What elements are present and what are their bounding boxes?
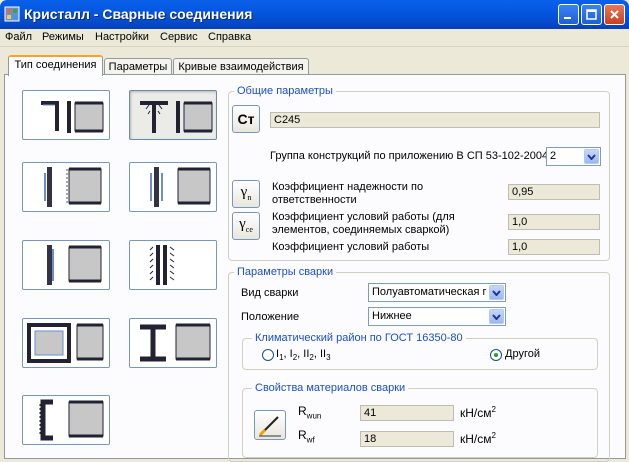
t-symmetric-connection-icon [140,101,213,133]
chevron-down-icon [489,309,504,324]
connection-button-t-symmetric[interactable] [129,90,217,140]
rwf-unit: кН/см2 [460,431,496,446]
climate-option-i-ii-label: I1, I2, II2, II3 [276,348,331,363]
connection-button-lap-single[interactable] [22,162,110,212]
climate-sub-ii3: 3 [326,353,331,363]
chevron-down-icon [584,149,599,164]
rwf-symbol-label: Rwf [298,428,315,444]
connection-button-lap-double[interactable] [129,162,217,212]
tab-connection-type[interactable]: Тип соединения [8,55,103,76]
connection-button-double-plate[interactable] [129,240,217,290]
structure-group-select[interactable]: 2 [546,147,601,166]
structure-group-value: 2 [550,150,557,162]
connection-button-channel[interactable] [22,395,110,445]
double-plate-connection-icon [149,245,175,285]
reliability-label-line2: ответственности [272,194,357,206]
rwun-value-field: 41 [360,405,454,421]
rwun-unit-exp: 2 [491,405,496,414]
menu-bar: Файл Режимы Настройки Сервис Справка [0,29,629,47]
position-select[interactable]: Нижнее [368,307,506,326]
rwf-unit-exp: 2 [491,431,496,440]
climate-sub-1: 1 [279,353,284,363]
lap-double-connection-icon [150,167,211,207]
reliability-coefficient-button[interactable]: γn [232,180,260,208]
minimize-icon [564,17,571,19]
weld-materials-group [242,388,598,458]
climate-sub-2: 2 [292,353,298,363]
rwf-unit-base: кН/см [460,432,492,446]
weld-material-button[interactable] [254,410,286,440]
rwun-unit: кН/см2 [460,405,496,420]
welding-type-label: Вид сварки [241,287,299,299]
connection-button-i-beam[interactable] [129,318,217,368]
gamma-n-subscript: n [247,193,252,202]
close-button[interactable] [604,4,625,25]
climate-region-title: Климатический район по ГОСТ 16350-80 [252,332,466,344]
menu-file[interactable]: Файл [5,31,32,43]
rwun-unit-base: кН/см [460,406,492,420]
chevron-down-icon [489,285,504,300]
gamma-ce-symbol: γ [239,216,246,232]
rwun-subscript: wun [306,411,322,421]
general-parameters-title: Общие параметры [234,85,336,97]
climate-sub-ii2: 2 [309,353,314,363]
welding-type-select[interactable]: Полуавтоматическая г [368,283,506,302]
channel-connection-icon [39,399,104,441]
menu-service[interactable]: Сервис [160,31,198,43]
steel-grade-field: С245 [270,112,600,128]
title-bar: Кристалл - Сварные соединения [0,0,629,29]
welding-electrode-icon [258,416,281,437]
position-value: Нижнее [372,310,412,322]
welding-parameters-title: Параметры сварки [234,266,337,278]
rwun-symbol: R [298,404,307,418]
work-condition2-label: Коэффициент условий работы [272,241,430,253]
rwun-symbol-label: Rwun [298,404,321,420]
app-icon [4,6,20,22]
reliability-value-field: 0,95 [508,184,600,200]
climate-option-other-label: Другой [505,348,540,360]
work-condition-label-line1: Коэффициент условий работы (для [272,211,455,223]
connection-button-butt-side[interactable] [22,240,110,290]
work-condition-coefficient-button[interactable]: γce [232,212,260,240]
rwf-value-field: 18 [360,431,454,447]
t-flange-connection-icon [41,101,104,133]
butt-side-connection-icon [47,245,102,285]
i-beam-connection-icon [140,323,211,362]
steel-button[interactable]: Ст [232,105,260,133]
reliability-label-line1: Коэффициент надежности по [272,181,424,193]
menu-settings[interactable]: Настройки [95,31,149,43]
window-title: Кристалл - Сварные соединения [24,6,253,22]
menu-modes[interactable]: Режимы [42,31,84,43]
maximize-button[interactable] [581,4,602,25]
work-condition-label-line2: элементов, соединяемых сваркой) [272,224,450,236]
welding-type-value: Полуавтоматическая г [372,286,487,298]
connection-button-t-flange[interactable] [22,90,110,140]
climate-radio-other[interactable] [490,349,502,361]
work-condition2-value-field: 1,0 [508,239,600,255]
structure-group-label: Группа конструкций по приложению В СП 53… [270,150,549,162]
gamma-ce-subscript: ce [245,225,253,234]
box-connection-icon [27,323,104,363]
maximize-icon [586,9,597,20]
climate-radio-i-ii[interactable] [262,349,274,361]
connection-button-box[interactable] [22,318,110,368]
position-label: Положение [241,311,300,323]
rwf-subscript: wf [306,435,315,445]
work-condition-value-field: 1,0 [508,214,600,230]
rwf-symbol: R [298,428,307,442]
menu-help[interactable]: Справка [208,31,251,43]
minimize-button[interactable] [558,4,579,25]
lap-single-connection-icon [44,167,102,207]
weld-materials-title: Свойства материалов сварки [252,382,409,394]
close-icon [610,10,619,19]
